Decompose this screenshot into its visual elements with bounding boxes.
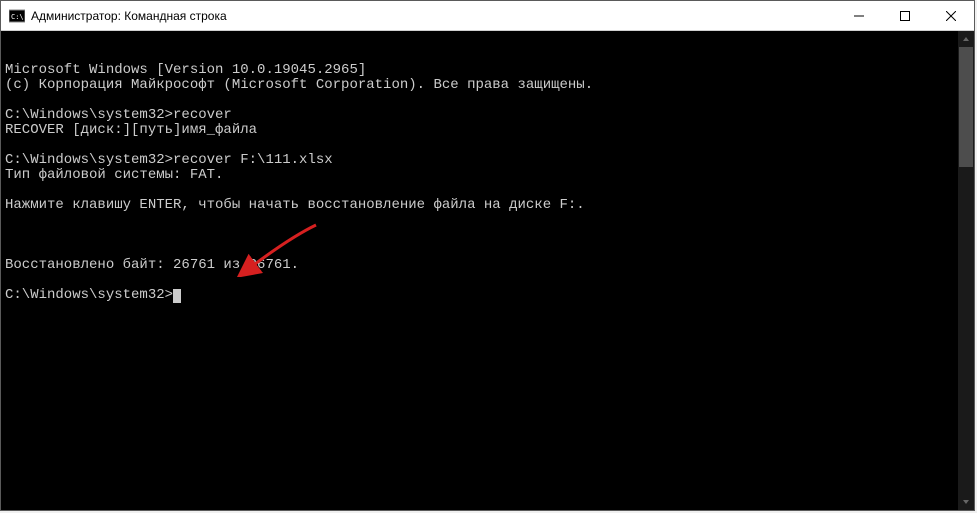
terminal-line: Восстановлено байт: 26761 из 26761. (5, 258, 970, 273)
scrollbar-thumb[interactable] (959, 47, 973, 167)
window-controls (836, 1, 974, 30)
terminal-line (5, 183, 970, 198)
terminal-line: Microsoft Windows [Version 10.0.19045.29… (5, 63, 970, 78)
terminal-line (5, 213, 970, 228)
minimize-button[interactable] (836, 1, 882, 30)
close-button[interactable] (928, 1, 974, 30)
terminal-line: Нажмите клавишу ENTER, чтобы начать восс… (5, 198, 970, 213)
terminal-output[interactable]: Microsoft Windows [Version 10.0.19045.29… (1, 31, 974, 510)
terminal-line (5, 93, 970, 108)
cursor (173, 289, 181, 303)
terminal-line (5, 228, 970, 243)
svg-text:C:\: C:\ (11, 13, 24, 21)
terminal-line: C:\Windows\system32>recover F:\111.xlsx (5, 153, 970, 168)
scroll-down-button[interactable] (958, 494, 974, 510)
app-icon: C:\ (9, 8, 25, 24)
vertical-scrollbar[interactable] (958, 31, 974, 510)
command-prompt-window: C:\ Администратор: Командная строка Micr… (0, 0, 975, 511)
terminal-line (5, 138, 970, 153)
scroll-up-button[interactable] (958, 31, 974, 47)
terminal-line: Тип файловой системы: FAT. (5, 168, 970, 183)
terminal-line (5, 273, 970, 288)
maximize-button[interactable] (882, 1, 928, 30)
terminal-line: RECOVER [диск:][путь]имя_файла (5, 123, 970, 138)
terminal-line: C:\Windows\system32> (5, 288, 970, 303)
window-title: Администратор: Командная строка (31, 9, 227, 23)
terminal-line: (c) Корпорация Майкрософт (Microsoft Cor… (5, 78, 970, 93)
terminal-line: C:\Windows\system32>recover (5, 108, 970, 123)
terminal-line (5, 243, 970, 258)
titlebar[interactable]: C:\ Администратор: Командная строка (1, 1, 974, 31)
